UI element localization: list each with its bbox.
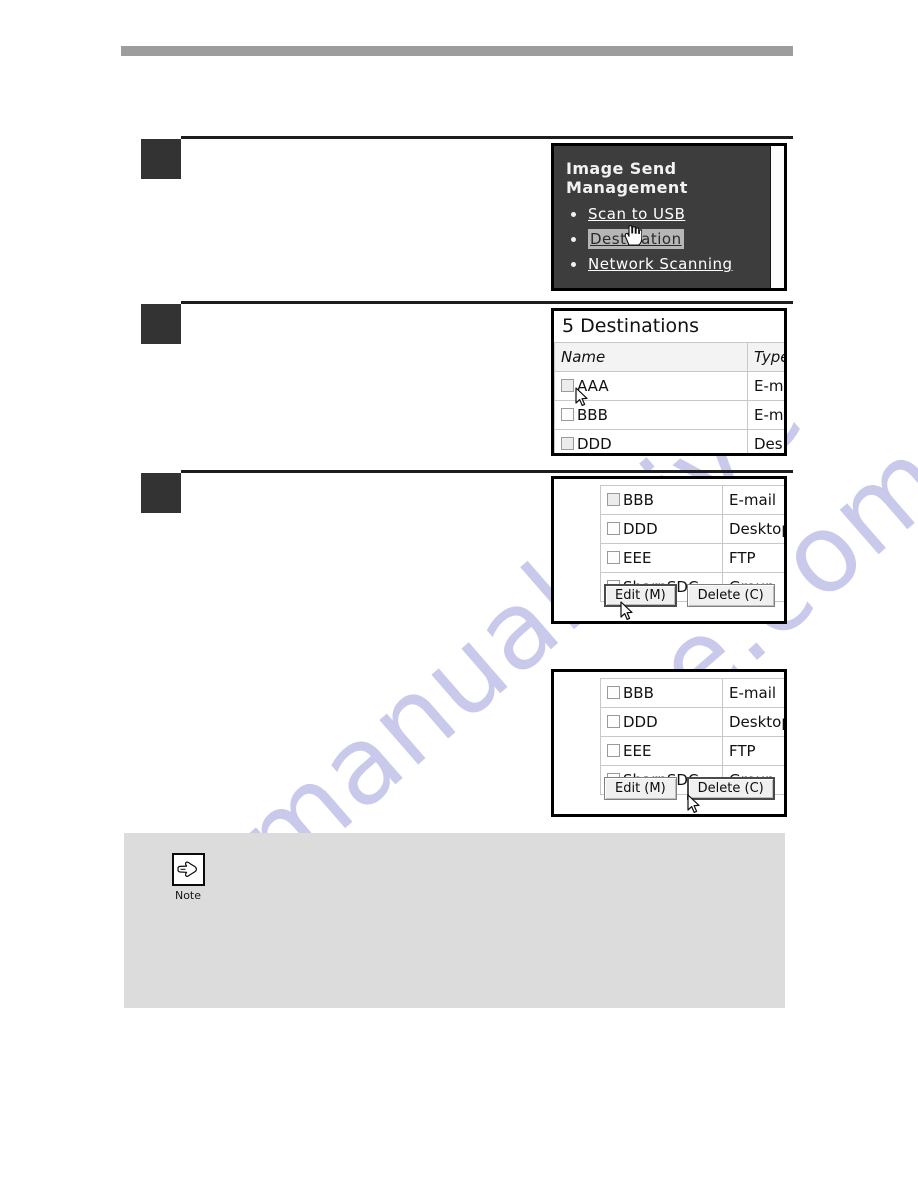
- table-row[interactable]: DDD Desktop: [600, 514, 784, 544]
- page-content: Image Send Management Scan to USB Destin…: [0, 0, 918, 1188]
- pointing-hand-icon: [171, 853, 205, 886]
- table-row[interactable]: EEE FTP: [600, 736, 784, 766]
- row-checkbox[interactable]: [607, 686, 620, 699]
- destination-count-heading: 5 Destinations: [562, 315, 700, 337]
- destination-name: EEE: [623, 549, 652, 567]
- row-checkbox[interactable]: [607, 715, 620, 728]
- panel-title: Image Send Management: [566, 159, 688, 197]
- row-checkbox[interactable]: [561, 408, 574, 421]
- step-2-number: [141, 304, 181, 344]
- cell-name[interactable]: BBB: [600, 485, 723, 515]
- screenshot-image-send-management: Image Send Management Scan to USB Destin…: [551, 143, 787, 291]
- screenshot-edit-destination: BBB E-mail DDD Desktop EEE: [551, 476, 787, 624]
- destination-name: EEE: [623, 742, 652, 760]
- delete-button[interactable]: Delete (C): [686, 584, 775, 607]
- step-3-number: [141, 473, 181, 513]
- image-send-management-panel: Image Send Management Scan to USB Destin…: [554, 146, 784, 288]
- destination-list-panel: 5 Destinations Name Type AAA E-ma: [554, 311, 784, 453]
- cell-type: E-mail: [722, 678, 784, 708]
- menu-item-label[interactable]: Network Scanning: [588, 255, 733, 273]
- panel-title-line-1: Image Send: [566, 159, 677, 178]
- screenshot-delete-destination: BBB E-mail DDD Desktop EEE: [551, 669, 787, 817]
- action-button-row: Edit (M) Delete (C) Clea: [604, 584, 787, 607]
- column-header-type: Type: [747, 342, 784, 372]
- table-row[interactable]: DDD Desktop: [600, 707, 784, 737]
- cell-type: E-mail: [722, 485, 784, 515]
- menu-item-network-scanning[interactable]: Network Scanning: [566, 252, 733, 277]
- note-callout-box: Note: [124, 833, 785, 1008]
- menu-item-scan-to-usb[interactable]: Scan to USB: [566, 202, 733, 227]
- menu-item-destination[interactable]: Destination: [566, 227, 733, 252]
- row-checkbox[interactable]: [607, 551, 620, 564]
- clear-button[interactable]: Clea: [785, 584, 787, 607]
- destination-name: BBB: [623, 684, 654, 702]
- row-checkbox[interactable]: [607, 493, 620, 506]
- destination-name: DDD: [623, 713, 658, 731]
- cell-type: E-ma: [747, 371, 784, 401]
- scrollbar-vertical[interactable]: [770, 146, 784, 288]
- delete-button[interactable]: Delete (C): [686, 777, 775, 800]
- destination-name: AAA: [577, 377, 609, 395]
- cell-type: FTP: [722, 543, 784, 573]
- destination-name: BBB: [577, 406, 608, 424]
- destination-name: DDD: [577, 435, 612, 453]
- table-row[interactable]: DDD Desk: [554, 429, 784, 453]
- table-row[interactable]: BBB E-mail: [600, 678, 784, 708]
- cell-name[interactable]: BBB: [600, 678, 723, 708]
- cell-name[interactable]: EEE: [600, 736, 723, 766]
- column-header-name: Name: [554, 342, 748, 372]
- destination-table: Name Type AAA E-ma BBB: [554, 342, 784, 453]
- row-checkbox[interactable]: [607, 744, 620, 757]
- row-checkbox[interactable]: [607, 522, 620, 535]
- cell-name[interactable]: DDD: [554, 429, 748, 453]
- cell-name[interactable]: DDD: [600, 707, 723, 737]
- cell-name[interactable]: DDD: [600, 514, 723, 544]
- table-row[interactable]: EEE FTP: [600, 543, 784, 573]
- destination-name: BBB: [623, 491, 654, 509]
- clear-button[interactable]: Clea: [785, 777, 787, 800]
- edit-destination-panel: BBB E-mail DDD Desktop EEE: [554, 479, 784, 621]
- row-checkbox[interactable]: [561, 437, 574, 450]
- delete-destination-panel: BBB E-mail DDD Desktop EEE: [554, 672, 784, 814]
- cell-type: Desktop: [722, 707, 784, 737]
- cell-name[interactable]: EEE: [600, 543, 723, 573]
- step-2-rule: [181, 301, 793, 304]
- panel-title-line-2: Management: [566, 178, 688, 197]
- menu-item-label[interactable]: Destination: [588, 229, 684, 249]
- note-icon-group: Note: [168, 853, 208, 902]
- table-row[interactable]: BBB E-mail: [600, 485, 784, 515]
- cell-type: E-ma: [747, 400, 784, 430]
- edit-button[interactable]: Edit (M): [604, 777, 677, 800]
- pointing-hand-glyph: [176, 861, 197, 877]
- table-row[interactable]: BBB E-ma: [554, 400, 784, 430]
- cell-name[interactable]: AAA: [554, 371, 748, 401]
- cell-type: Desktop: [722, 514, 784, 544]
- action-button-row: Edit (M) Delete (C) Clea: [604, 777, 787, 800]
- step-3-rule: [181, 470, 793, 473]
- edit-button[interactable]: Edit (M): [604, 584, 677, 607]
- cell-type: Desk: [747, 429, 784, 453]
- menu-list: Scan to USB Destination Network Scanning: [566, 202, 733, 277]
- cell-name[interactable]: BBB: [554, 400, 748, 430]
- step-1-number: [141, 139, 181, 179]
- screenshot-destination-list: 5 Destinations Name Type AAA E-ma: [551, 308, 787, 456]
- menu-item-label[interactable]: Scan to USB: [588, 205, 685, 223]
- note-label: Note: [174, 889, 202, 902]
- table-row[interactable]: AAA E-ma: [554, 371, 784, 401]
- cell-type: FTP: [722, 736, 784, 766]
- row-checkbox[interactable]: [561, 379, 574, 392]
- step-1-rule: [181, 136, 793, 139]
- table-header-row: Name Type: [554, 342, 784, 372]
- destination-name: DDD: [623, 520, 658, 538]
